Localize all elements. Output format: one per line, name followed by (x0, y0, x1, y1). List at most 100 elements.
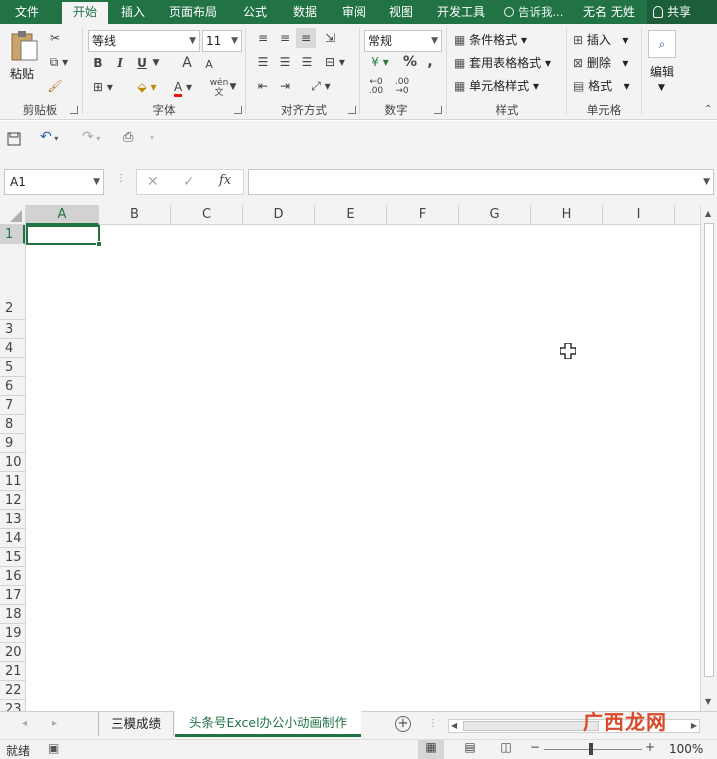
formula-input[interactable]: ▼ (248, 169, 714, 195)
name-box[interactable]: A1 ▼ (4, 169, 104, 195)
row-header[interactable]: 23 (0, 700, 25, 711)
cancel-icon[interactable]: ✕ (147, 174, 159, 190)
scroll-up-icon[interactable]: ▲ (705, 209, 711, 218)
row-header[interactable]: 19 (0, 624, 25, 643)
paste-button[interactable]: 粘贴 (6, 30, 42, 84)
format-cells-button[interactable]: ▤ 格式 ▾ (573, 78, 630, 94)
underline-button[interactable]: U (134, 55, 150, 71)
row-header[interactable]: 14 (0, 529, 25, 548)
normal-view-icon[interactable]: ▦ (418, 740, 444, 759)
row-header[interactable]: 2 (0, 244, 25, 320)
insert-cells-button[interactable]: ⊞ 插入 ▾ (573, 32, 628, 48)
row-header[interactable]: 21 (0, 662, 25, 681)
customize-qat-icon[interactable]: ▾ (150, 133, 154, 142)
row-header[interactable]: 10 (0, 453, 25, 472)
align-bottom-icon[interactable]: ≡ (296, 28, 316, 48)
italic-button[interactable]: I (112, 55, 128, 71)
merge-center-icon[interactable]: ⊟ ▾ (320, 54, 350, 70)
page-break-view-icon[interactable]: ◫ (496, 740, 516, 754)
align-center-icon[interactable]: ☰ (276, 54, 294, 70)
chevron-down-icon[interactable]: ▼ (150, 55, 162, 71)
column-header[interactable]: A (26, 205, 99, 225)
add-sheet-icon[interactable]: + (395, 716, 411, 732)
font-shrink-button[interactable]: A (203, 57, 215, 73)
tab-page-layout[interactable]: 页面布局 (162, 0, 224, 24)
row-header[interactable]: 5 (0, 358, 25, 377)
page-layout-view-icon[interactable]: ▤ (460, 740, 480, 754)
macro-record-icon[interactable]: ▣ (48, 741, 59, 755)
redo-icon[interactable]: ↷ ▾ (82, 129, 100, 145)
row-header[interactable]: 7 (0, 396, 25, 415)
tab-data[interactable]: 数据 (284, 0, 326, 24)
copy-icon[interactable]: ⧉ ▾ (46, 54, 72, 70)
decrease-indent-icon[interactable]: ⇤ (254, 78, 272, 94)
delete-cells-button[interactable]: ⊠ 删除 ▾ (573, 55, 628, 71)
currency-icon[interactable]: ¥ ▾ (366, 54, 394, 70)
sheet-tab[interactable]: 三模成绩 (98, 712, 174, 736)
conditional-formatting-button[interactable]: ▦ 条件格式 ▾ (454, 32, 527, 48)
number-launcher-icon[interactable] (434, 106, 442, 114)
editing-button[interactable]: ⌕ 编辑 ▼ (648, 30, 680, 94)
bold-button[interactable]: B (90, 55, 106, 71)
tab-file[interactable]: 文件 (2, 0, 52, 24)
fill-handle[interactable] (96, 241, 102, 247)
tab-home[interactable]: 开始 (62, 2, 108, 24)
zoom-in-icon[interactable]: + (645, 740, 655, 754)
sheet-prev-icon[interactable]: ◂ (22, 718, 27, 729)
active-cell[interactable] (26, 225, 100, 245)
border-icon[interactable]: ⊞ ▾ (90, 79, 116, 95)
row-header[interactable]: 12 (0, 491, 25, 510)
scroll-left-icon[interactable]: ◀ (451, 720, 457, 732)
column-header[interactable]: D (243, 205, 315, 225)
row-header[interactable]: 17 (0, 586, 25, 605)
row-header[interactable]: 9 (0, 434, 25, 453)
wrap-text-icon[interactable]: ⇲ (320, 30, 340, 46)
column-header[interactable]: E (315, 205, 387, 225)
vertical-scrollbar[interactable]: ▲ ▼ (700, 205, 717, 711)
tab-developer[interactable]: 开发工具 (430, 0, 492, 24)
enter-icon[interactable]: ✓ (183, 174, 195, 190)
percent-button[interactable]: % (402, 54, 418, 70)
align-top-icon[interactable]: ≡ (254, 30, 272, 46)
column-header[interactable]: H (531, 205, 603, 225)
column-header[interactable]: B (99, 205, 171, 225)
row-header[interactable]: 8 (0, 415, 25, 434)
collapse-ribbon-icon[interactable]: ⌃ (704, 104, 712, 115)
zoom-level[interactable]: 100% (669, 742, 703, 756)
row-header[interactable]: 22 (0, 681, 25, 700)
comma-button[interactable]: , (424, 54, 436, 70)
orientation-icon[interactable]: ⤢ ▾ (306, 78, 336, 94)
font-grow-button[interactable]: A (180, 55, 194, 71)
drag-handle[interactable]: ⋮ (428, 718, 438, 729)
column-header[interactable]: C (171, 205, 243, 225)
font-size-select[interactable]: 11 ▼ (202, 30, 242, 52)
row-header[interactable]: 3 (0, 320, 25, 339)
tab-review[interactable]: 审阅 (333, 0, 375, 24)
alignment-launcher-icon[interactable] (348, 106, 356, 114)
cut-icon[interactable]: ✂ (46, 30, 64, 46)
increase-indent-icon[interactable]: ⇥ (276, 78, 294, 94)
select-all-button[interactable] (0, 205, 26, 225)
tab-formulas[interactable]: 公式 (234, 0, 276, 24)
chevron-down-icon[interactable]: ▼ (228, 79, 238, 95)
row-header[interactable]: 11 (0, 472, 25, 491)
font-color-button[interactable]: A ▾ (168, 79, 198, 97)
row-header[interactable]: 4 (0, 339, 25, 358)
zoom-slider-thumb[interactable] (589, 743, 593, 755)
column-header[interactable]: G (459, 205, 531, 225)
tab-insert[interactable]: 插入 (112, 0, 154, 24)
scroll-thumb[interactable] (463, 721, 599, 731)
print-preview-icon[interactable]: ⎙ (123, 130, 133, 145)
user-name[interactable]: 无名 无姓 (583, 0, 635, 24)
save-icon[interactable] (7, 132, 21, 146)
number-format-select[interactable]: 常规 ▼ (364, 30, 442, 52)
zoom-slider[interactable] (544, 743, 642, 755)
row-header[interactable]: 20 (0, 643, 25, 662)
insert-function-button[interactable]: fx (219, 173, 231, 188)
row-header[interactable]: 15 (0, 548, 25, 567)
share-button[interactable]: 共享 (647, 0, 717, 24)
column-header[interactable]: F (387, 205, 459, 225)
row-header[interactable]: 13 (0, 510, 25, 529)
cell-styles-button[interactable]: ▦ 单元格样式 ▾ (454, 78, 539, 94)
tab-view[interactable]: 视图 (380, 0, 422, 24)
